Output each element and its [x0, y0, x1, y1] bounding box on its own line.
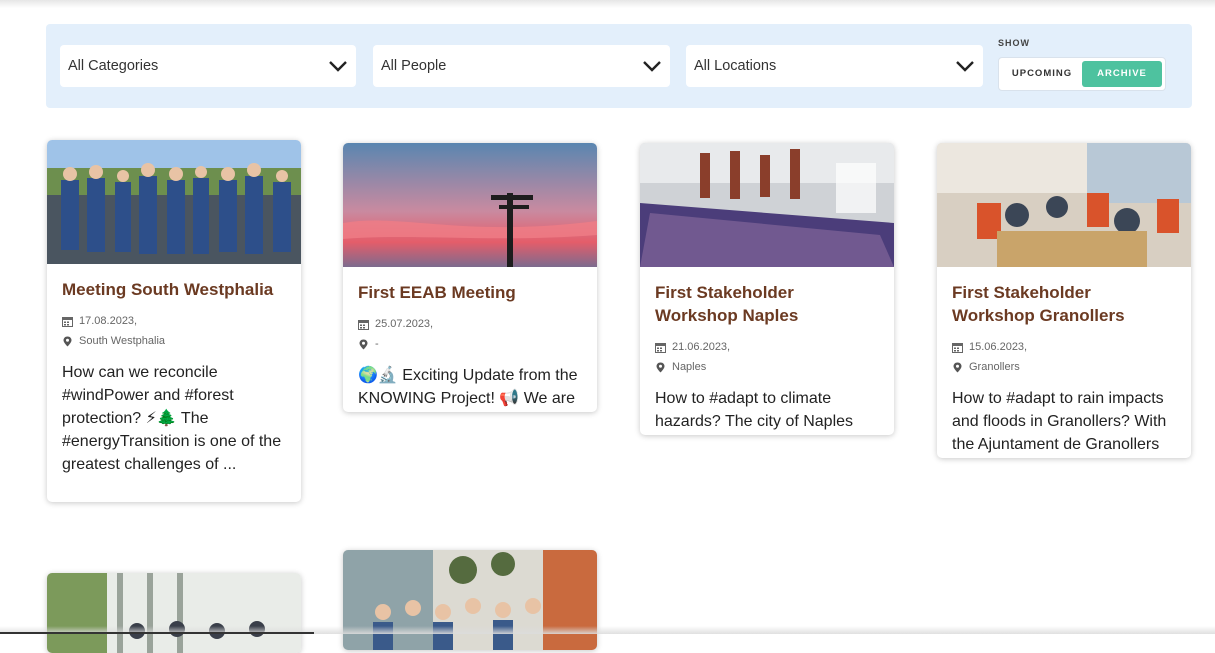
event-location: South Westphalia [62, 331, 287, 351]
event-location: Naples [655, 357, 880, 377]
event-title[interactable]: First Stakeholder Workshop Granollers [952, 281, 1177, 327]
event-title[interactable]: Meeting South Westphalia [62, 278, 287, 301]
event-description: How to #adapt to rain impacts and floods… [952, 390, 1167, 453]
location-select[interactable]: All Locations [686, 45, 983, 87]
event-photo [343, 550, 597, 650]
map-pin-icon [953, 362, 962, 372]
event-description: 🌍🔬 Exciting Update from the KNOWING Proj… [358, 367, 578, 407]
event-title[interactable]: First EEAB Meeting [358, 281, 583, 304]
event-description: How to #adapt to climate hazards? The ci… [655, 390, 854, 430]
event-card[interactable]: First EEAB Meeting 25.07.2023, - 🌍🔬 Exci… [343, 143, 597, 412]
event-location-text: Granollers [969, 361, 1020, 373]
people-select-value: All People [381, 58, 447, 74]
event-date: 21.06.2023, [655, 337, 880, 357]
calendar-icon [62, 316, 73, 327]
event-location: - [358, 334, 583, 354]
upcoming-toggle[interactable]: UPCOMING [1002, 61, 1082, 87]
map-pin-icon [63, 336, 72, 346]
event-location: Granollers [952, 357, 1177, 377]
chevron-down-icon [329, 61, 347, 72]
event-card[interactable] [47, 573, 301, 653]
event-date-text: 25.07.2023, [375, 318, 434, 330]
archive-toggle[interactable]: ARCHIVE [1082, 61, 1162, 87]
event-description: How can we reconcile #windPower and #for… [62, 364, 282, 473]
calendar-icon [358, 319, 369, 330]
category-select-value: All Categories [68, 58, 159, 74]
show-toggle: UPCOMING ARCHIVE [998, 57, 1166, 91]
show-label: SHOW [998, 38, 1030, 48]
event-card[interactable]: First Stakeholder Workshop Naples 21.06.… [640, 143, 894, 435]
event-date-text: 21.06.2023, [672, 341, 731, 353]
event-title[interactable]: First Stakeholder Workshop Naples [655, 281, 880, 327]
event-card[interactable] [343, 550, 597, 650]
event-card[interactable]: Meeting South Westphalia 17.08.2023, Sou… [47, 140, 301, 502]
show-toggle-group: SHOW UPCOMING ARCHIVE [998, 38, 1166, 91]
map-pin-icon [359, 339, 368, 349]
category-select[interactable]: All Categories [60, 45, 356, 87]
calendar-icon [952, 342, 963, 353]
event-date: 25.07.2023, [358, 314, 583, 334]
calendar-icon [655, 342, 666, 353]
filter-bar: All Categories All People All Locations … [46, 24, 1192, 108]
event-location-text: - [375, 338, 379, 350]
event-date-text: 15.06.2023, [969, 341, 1028, 353]
chevron-down-icon [956, 61, 974, 72]
event-date-text: 17.08.2023, [79, 315, 138, 327]
event-photo [640, 143, 894, 267]
map-pin-icon [656, 362, 665, 372]
chevron-down-icon [643, 61, 661, 72]
event-date: 15.06.2023, [952, 337, 1177, 357]
event-date: 17.08.2023, [62, 311, 287, 331]
event-photo [937, 143, 1191, 267]
event-photo [343, 143, 597, 267]
event-photo [47, 140, 301, 264]
event-location-text: South Westphalia [79, 335, 166, 347]
location-select-value: All Locations [694, 58, 777, 74]
event-card[interactable]: First Stakeholder Workshop Granollers 15… [937, 143, 1191, 458]
people-select[interactable]: All People [373, 45, 670, 87]
top-shadow [0, 0, 1215, 8]
event-photo [47, 573, 301, 653]
event-location-text: Naples [672, 361, 707, 373]
